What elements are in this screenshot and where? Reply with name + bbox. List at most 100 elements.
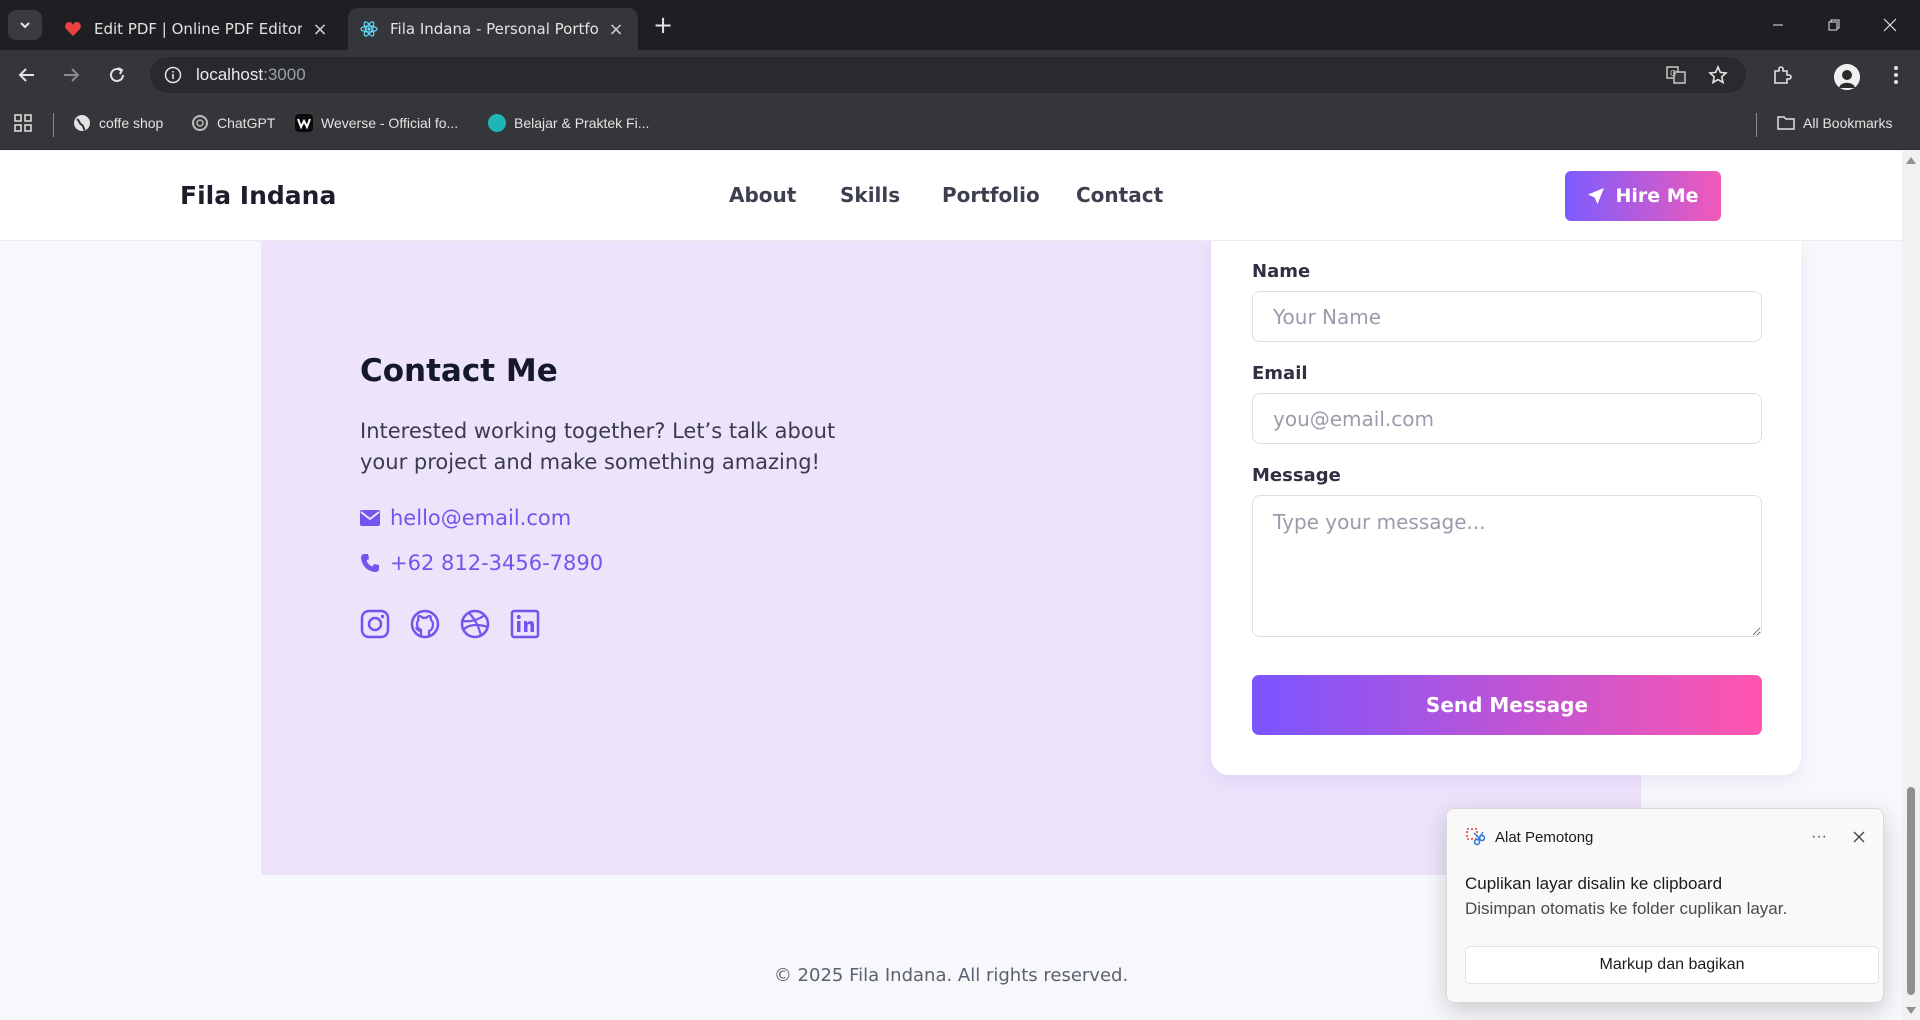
page-scrollbar[interactable] xyxy=(1902,151,1920,1020)
send-message-button[interactable]: Send Message xyxy=(1252,675,1762,735)
tab-title: Fila Indana - Personal Portfolio xyxy=(390,20,598,38)
browser-toolbar: localhost:3000 G xyxy=(0,50,1920,100)
translate-icon: G xyxy=(1666,66,1686,84)
more-options-button[interactable]: ··· xyxy=(1805,825,1833,849)
message-textarea[interactable] xyxy=(1252,495,1762,637)
site-icon xyxy=(488,114,506,132)
email-label: Email xyxy=(1252,363,1308,384)
nav-about[interactable]: About xyxy=(729,183,796,207)
profile-avatar[interactable] xyxy=(1834,64,1860,90)
reload-icon xyxy=(110,67,124,82)
close-icon xyxy=(1853,831,1865,843)
browser-menu-button[interactable] xyxy=(1880,59,1912,91)
extensions-button[interactable] xyxy=(1766,59,1798,91)
bookmarks-bar: coffe shop ChatGPT Weverse - Official fo… xyxy=(0,100,1920,150)
globe-icon xyxy=(73,114,91,132)
message-label: Message xyxy=(1252,465,1341,486)
contact-description: Interested working together? Let’s talk … xyxy=(360,419,836,474)
nav-contact[interactable]: Contact xyxy=(1076,183,1163,207)
paper-plane-icon xyxy=(1587,187,1605,205)
forward-button[interactable] xyxy=(56,60,86,90)
close-window-button[interactable] xyxy=(1862,0,1918,50)
contact-email[interactable]: hello@email.com xyxy=(360,506,571,530)
restore-button[interactable] xyxy=(1806,0,1862,50)
email-input[interactable] xyxy=(1252,393,1762,444)
minimize-button[interactable] xyxy=(1750,0,1806,50)
restore-icon xyxy=(1828,19,1840,31)
all-bookmarks-label: All Bookmarks xyxy=(1803,115,1893,131)
scissors-icon xyxy=(1466,828,1485,846)
apps-grid-icon xyxy=(14,114,32,132)
tab-title: Edit PDF | Online PDF Editor and xyxy=(94,20,302,38)
tab-edit-pdf[interactable]: Edit PDF | Online PDF Editor and × xyxy=(52,8,342,50)
contact-section: Contact Me Interested working together? … xyxy=(261,241,1801,875)
toast-body: Disimpan otomatis ke folder cuplikan lay… xyxy=(1465,899,1788,918)
url-host: localhost xyxy=(196,65,264,84)
contact-title: Contact Me xyxy=(360,353,558,389)
weverse-icon xyxy=(295,114,313,132)
apps-button[interactable] xyxy=(14,114,32,132)
email-link[interactable]: hello@email.com xyxy=(390,506,571,530)
tab-portfolio[interactable]: Fila Indana - Personal Portfolio × xyxy=(348,8,638,50)
all-bookmarks-button[interactable]: All Bookmarks xyxy=(1777,114,1892,132)
bookmark-belajar[interactable]: Belajar & Praktek Fi... xyxy=(488,114,649,132)
tab-bar: Edit PDF | Online PDF Editor and × Fila … xyxy=(0,0,1920,50)
scroll-thumb[interactable] xyxy=(1907,787,1915,995)
snipping-tool-notification: Alat Pemotong ··· Cuplikan layar disalin… xyxy=(1446,808,1884,1003)
phone-link[interactable]: +62 812-3456-7890 xyxy=(390,551,603,575)
address-bar[interactable]: localhost:3000 xyxy=(150,57,1746,93)
bookmark-chatgpt[interactable]: ChatGPT xyxy=(191,114,275,132)
reload-button[interactable] xyxy=(102,60,132,90)
arrow-left-icon xyxy=(18,68,34,82)
chatgpt-icon xyxy=(191,114,209,132)
nav-portfolio[interactable]: Portfolio xyxy=(942,183,1040,207)
divider xyxy=(1756,113,1757,137)
bookmark-label: coffe shop xyxy=(99,115,164,131)
github-icon[interactable] xyxy=(409,608,441,640)
bookmark-label: ChatGPT xyxy=(217,115,276,131)
bookmark-label: Weverse - Official fo... xyxy=(321,115,459,131)
puzzle-icon xyxy=(1774,66,1792,84)
instagram-icon[interactable] xyxy=(359,608,391,640)
contact-phone[interactable]: +62 812-3456-7890 xyxy=(360,551,603,575)
bookmark-label: Belajar & Praktek Fi... xyxy=(514,115,650,131)
envelope-icon xyxy=(360,508,380,528)
scroll-up-arrow-icon[interactable] xyxy=(1906,155,1916,165)
url-text: localhost:3000 xyxy=(196,65,306,85)
heart-pdf-icon xyxy=(64,20,82,38)
toast-title: Cuplikan layar disalin ke clipboard xyxy=(1465,874,1723,893)
site-header: Fila Indana About Skills Portfolio Conta… xyxy=(0,151,1902,241)
name-input[interactable] xyxy=(1252,291,1762,342)
more-vertical-icon xyxy=(1894,66,1898,84)
site-logo[interactable]: Fila Indana xyxy=(180,181,336,210)
back-button[interactable] xyxy=(12,60,42,90)
hire-me-button[interactable]: Hire Me xyxy=(1565,171,1721,221)
markup-share-button[interactable]: Markup dan bagikan xyxy=(1465,946,1879,984)
dribbble-icon[interactable] xyxy=(459,608,491,640)
tab-search-button[interactable] xyxy=(8,10,42,40)
phone-icon xyxy=(360,553,380,573)
divider xyxy=(53,113,54,137)
new-tab-button[interactable]: + xyxy=(650,11,676,39)
bookmark-weverse[interactable]: Weverse - Official fo... xyxy=(295,114,458,132)
toast-close-button[interactable] xyxy=(1845,825,1873,849)
chevron-down-icon xyxy=(20,22,30,29)
url-port: :3000 xyxy=(263,65,306,84)
site-info-icon[interactable] xyxy=(162,64,184,86)
svg-text:G: G xyxy=(1670,69,1676,78)
nav-skills[interactable]: Skills xyxy=(840,183,900,207)
star-icon xyxy=(1708,65,1728,85)
linkedin-icon[interactable] xyxy=(509,608,541,640)
translate-button[interactable]: G xyxy=(1660,59,1692,91)
arrow-right-icon xyxy=(64,68,80,82)
minimize-icon xyxy=(1773,24,1783,26)
react-icon xyxy=(360,20,378,38)
close-icon xyxy=(1883,18,1897,32)
toast-app-header: Alat Pemotong xyxy=(1465,827,1593,847)
close-icon[interactable]: × xyxy=(310,19,330,40)
scroll-down-arrow-icon[interactable] xyxy=(1906,1006,1916,1016)
close-icon[interactable]: × xyxy=(606,19,626,40)
hire-me-label: Hire Me xyxy=(1615,185,1699,207)
bookmark-coffe-shop[interactable]: coffe shop xyxy=(73,114,163,132)
bookmark-star-button[interactable] xyxy=(1702,59,1734,91)
